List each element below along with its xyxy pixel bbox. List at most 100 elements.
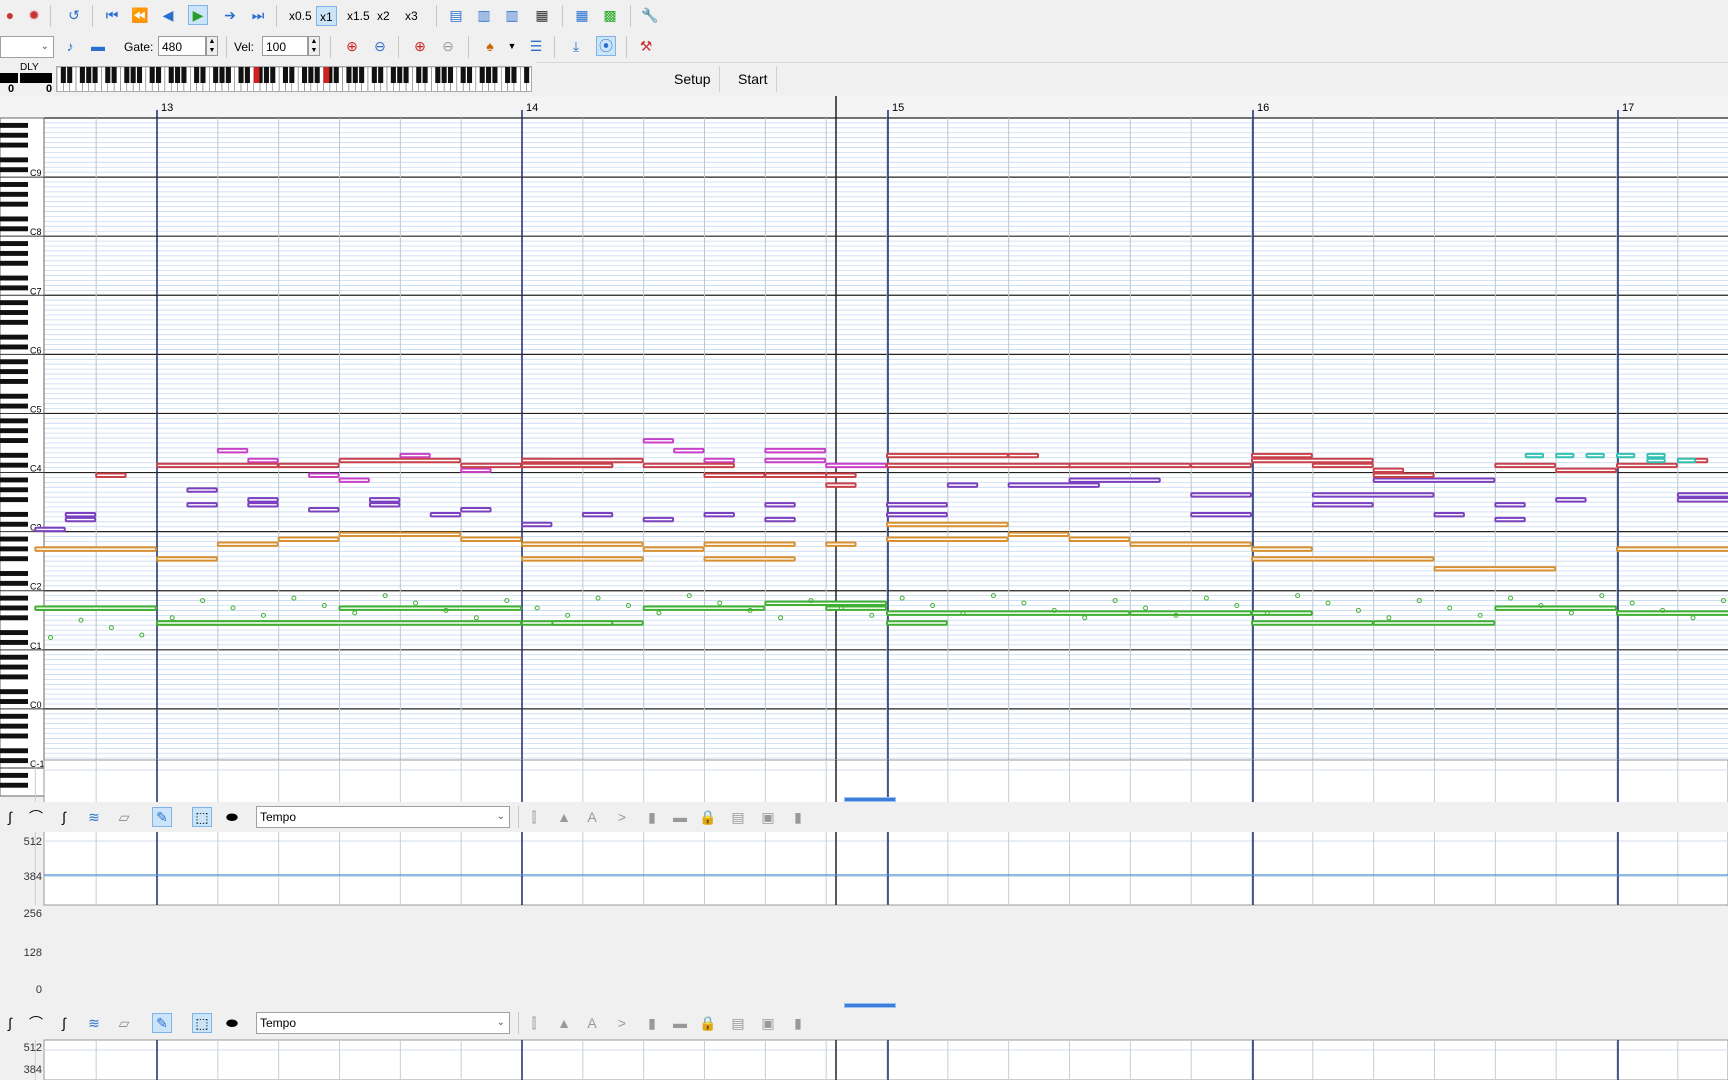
- note[interactable]: [1676, 457, 1697, 464]
- note[interactable]: [1555, 497, 1587, 503]
- pencil-tool-icon[interactable]: ✎: [152, 1013, 172, 1033]
- stamp-tool-icon[interactable]: ▲: [554, 807, 574, 827]
- note[interactable]: [1311, 492, 1435, 498]
- note[interactable]: [1372, 472, 1435, 478]
- note[interactable]: [34, 546, 157, 552]
- ab-tool-icon[interactable]: ▣: [758, 807, 778, 827]
- note-bar-icon[interactable]: ▬: [88, 36, 108, 56]
- note[interactable]: [1616, 546, 1728, 552]
- note[interactable]: [1494, 462, 1557, 469]
- note[interactable]: [703, 472, 766, 478]
- ab-tool-icon[interactable]: ▣: [758, 1013, 778, 1033]
- note[interactable]: [764, 502, 796, 508]
- note[interactable]: [247, 502, 279, 508]
- random-tool-icon[interactable]: A: [582, 1013, 602, 1033]
- note[interactable]: [551, 620, 614, 626]
- note[interactable]: [1190, 492, 1252, 498]
- note[interactable]: [764, 457, 827, 464]
- note[interactable]: [1190, 462, 1252, 469]
- note[interactable]: [703, 511, 735, 518]
- pedal-tool-icon[interactable]: ▬: [670, 807, 690, 827]
- note[interactable]: [186, 502, 218, 508]
- note[interactable]: [1007, 531, 1070, 538]
- note[interactable]: [1251, 556, 1435, 562]
- note[interactable]: [1251, 457, 1374, 464]
- speed-x3-button[interactable]: x3: [402, 6, 421, 26]
- view-chart-alt-icon[interactable]: ▥: [502, 5, 522, 25]
- note[interactable]: [886, 521, 1009, 528]
- note[interactable]: [825, 605, 888, 611]
- note[interactable]: [277, 536, 340, 542]
- note[interactable]: [156, 556, 218, 562]
- curve-s-icon[interactable]: ∫: [54, 1013, 74, 1033]
- note[interactable]: [1068, 477, 1161, 483]
- snap-icon[interactable]: ⦿: [596, 36, 616, 56]
- gate-input[interactable]: 480: [158, 36, 206, 56]
- note[interactable]: [1007, 482, 1100, 488]
- accent-tool-icon[interactable]: >: [612, 807, 632, 827]
- note[interactable]: [64, 516, 97, 523]
- note[interactable]: [1251, 452, 1313, 459]
- note[interactable]: [34, 526, 66, 533]
- note[interactable]: [277, 462, 340, 469]
- note[interactable]: [1311, 462, 1374, 469]
- note[interactable]: [825, 472, 857, 478]
- note[interactable]: [946, 482, 979, 488]
- note[interactable]: [521, 541, 644, 547]
- note[interactable]: [642, 605, 766, 611]
- note[interactable]: [1129, 610, 1253, 616]
- note[interactable]: [338, 477, 370, 483]
- zoom-in-icon[interactable]: ⊕: [342, 36, 362, 56]
- note[interactable]: [368, 497, 401, 503]
- record-settings-icon[interactable]: ✹: [24, 5, 44, 25]
- start-button[interactable]: Start: [730, 66, 777, 92]
- gate-tool-icon[interactable]: ⫿: [524, 807, 544, 827]
- note[interactable]: [703, 556, 796, 562]
- note[interactable]: [521, 521, 553, 528]
- note[interactable]: [642, 462, 735, 469]
- speed-x1-button[interactable]: x1: [316, 6, 337, 26]
- note[interactable]: [1616, 610, 1728, 616]
- note[interactable]: [1585, 452, 1605, 459]
- settings-tools-icon[interactable]: ⚒: [636, 36, 656, 56]
- block-tool-icon[interactable]: ▮: [788, 807, 808, 827]
- grid-view-icon[interactable]: ▦: [572, 5, 592, 25]
- note-length-icon[interactable]: ♪: [60, 36, 80, 56]
- track-select[interactable]: ⌄: [0, 36, 54, 58]
- note[interactable]: [1616, 462, 1678, 469]
- note[interactable]: [1372, 620, 1496, 626]
- vel-stepper[interactable]: ▲ ▼: [308, 36, 320, 56]
- view-tooltip-icon[interactable]: ▦: [532, 5, 552, 25]
- note[interactable]: [460, 462, 522, 469]
- note[interactable]: [581, 511, 614, 518]
- go-to-end-icon[interactable]: ⏭: [248, 5, 268, 25]
- controller-select-1[interactable]: Tempo ⌄: [256, 806, 510, 828]
- gate-tool-icon[interactable]: ⫿: [524, 1013, 544, 1033]
- note[interactable]: [825, 462, 888, 469]
- note[interactable]: [1555, 467, 1617, 474]
- speed-x2-button[interactable]: x2: [374, 6, 393, 26]
- rewind-icon[interactable]: ⏪: [130, 5, 150, 25]
- note[interactable]: [825, 541, 857, 547]
- mini-keyboard[interactable]: [56, 66, 532, 92]
- editor-canvas[interactable]: 1314151617C9C8C7C6C5C4C3C2C1C0C-1: [0, 96, 1728, 1080]
- record-icon[interactable]: ●: [0, 5, 20, 25]
- note[interactable]: [338, 605, 522, 611]
- meter-view-icon[interactable]: ▩: [600, 5, 620, 25]
- note[interactable]: [247, 497, 279, 503]
- zoom-fit-icon[interactable]: ⊕: [410, 36, 430, 56]
- chevron-down-icon[interactable]: ▼: [502, 36, 522, 56]
- align-list-icon[interactable]: ☰: [526, 36, 546, 56]
- note[interactable]: [1676, 492, 1728, 498]
- note[interactable]: [1524, 452, 1544, 459]
- note[interactable]: [1616, 452, 1636, 459]
- note[interactable]: [460, 467, 492, 474]
- note[interactable]: [673, 447, 705, 454]
- note[interactable]: [338, 531, 462, 538]
- note[interactable]: [216, 541, 279, 547]
- note[interactable]: [1372, 477, 1496, 483]
- step-forward-icon[interactable]: ➔: [220, 5, 240, 25]
- tool-drop-icon[interactable]: ♠: [480, 36, 500, 56]
- note[interactable]: [1251, 620, 1374, 626]
- note[interactable]: [34, 605, 157, 611]
